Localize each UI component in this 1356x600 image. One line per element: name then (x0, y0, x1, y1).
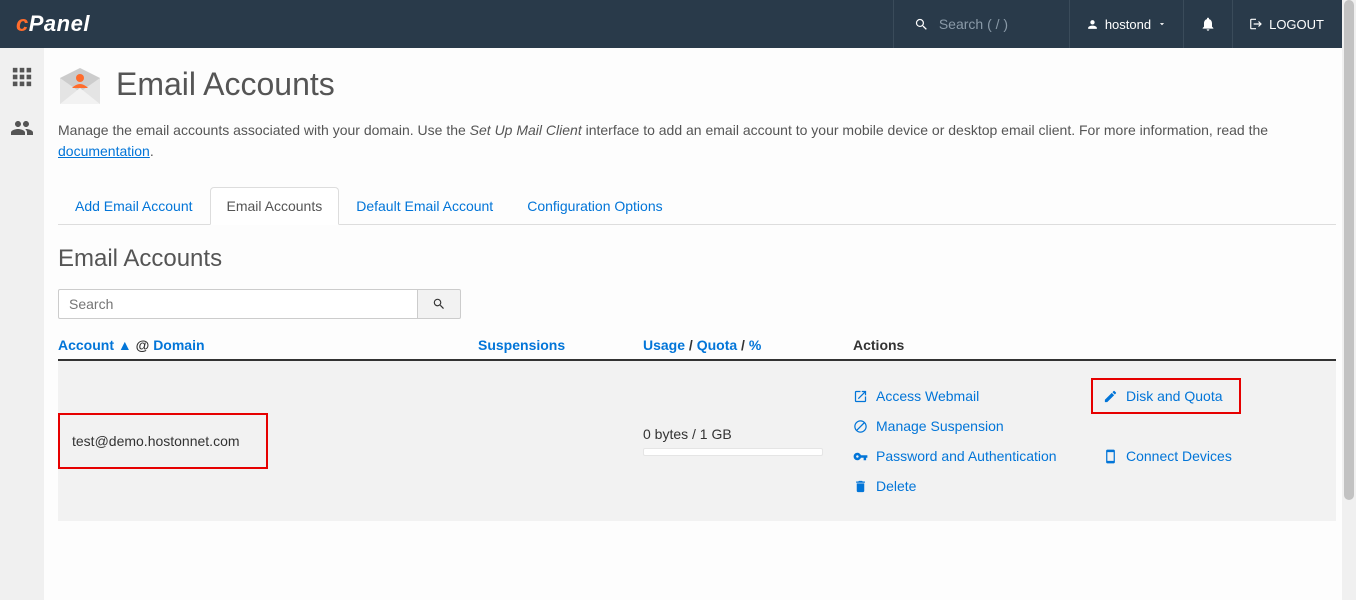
desc-italic: Set Up Mail Client (470, 122, 582, 138)
email-value: test@demo.hostonnet.com (58, 413, 268, 469)
desc-mid: interface to add an email account to you… (582, 122, 1268, 138)
notifications-button[interactable] (1183, 0, 1232, 48)
cpanel-logo[interactable]: cPanel (16, 11, 90, 37)
sort-account[interactable]: Account (58, 337, 114, 353)
scrollbar-thumb[interactable] (1344, 0, 1354, 500)
sort-domain[interactable]: Domain (153, 337, 204, 353)
delete-label: Delete (876, 478, 916, 494)
webmail-label: Access Webmail (876, 388, 979, 404)
sort-percent[interactable]: % (749, 337, 761, 353)
sort-suspensions[interactable]: Suspensions (478, 337, 565, 353)
topbar-search-input[interactable] (929, 16, 1049, 32)
apps-icon[interactable] (11, 66, 33, 94)
disk-label: Disk and Quota (1126, 388, 1223, 404)
sort-usage[interactable]: Usage (643, 337, 685, 353)
external-link-icon (853, 389, 868, 404)
connect-label: Connect Devices (1126, 448, 1232, 464)
logout-button[interactable]: LOGOUT (1232, 0, 1340, 48)
sidebar (0, 48, 44, 600)
table-row: test@demo.hostonnet.com 0 bytes / 1 GB A… (58, 361, 1336, 521)
delete-button[interactable]: Delete (853, 478, 1103, 494)
tab-config-options[interactable]: Configuration Options (510, 187, 679, 225)
topbar: cPanel hostond LOGOUT (0, 0, 1356, 48)
slash2: / (737, 337, 749, 353)
table-header: Account ▲ @ Domain Suspensions Usage / Q… (58, 337, 1336, 361)
mobile-icon (1103, 449, 1118, 464)
cell-usage: 0 bytes / 1 GB (643, 426, 853, 456)
slash1: / (685, 337, 697, 353)
user-name: hostond (1105, 17, 1151, 32)
pencil-icon (1103, 389, 1118, 404)
col-actions: Actions (853, 337, 1336, 353)
chevron-down-icon (1157, 19, 1167, 29)
col-account: Account ▲ @ Domain (58, 337, 478, 353)
search-row (58, 289, 1336, 319)
tab-default-email[interactable]: Default Email Account (339, 187, 510, 225)
col-suspensions: Suspensions (478, 337, 643, 353)
user-icon (1086, 18, 1099, 31)
suspension-label: Manage Suspension (876, 418, 1004, 434)
access-webmail-button[interactable]: Access Webmail (853, 388, 1103, 404)
logout-icon (1249, 17, 1263, 31)
documentation-link[interactable]: documentation (58, 143, 150, 159)
email-accounts-icon (58, 66, 102, 106)
logout-label: LOGOUT (1269, 17, 1324, 32)
search-icon (432, 297, 446, 311)
sort-indicator: ▲ (118, 337, 132, 353)
user-menu[interactable]: hostond (1069, 0, 1183, 48)
disk-quota-button[interactable]: Disk and Quota (1091, 378, 1241, 414)
logo-c: c (16, 11, 29, 36)
desc-end: . (150, 143, 154, 159)
password-auth-button[interactable]: Password and Authentication (853, 448, 1103, 464)
bell-icon (1200, 16, 1216, 32)
search-icon (914, 17, 929, 32)
cell-actions: Access Webmail Disk and Quota Manage Sus… (853, 388, 1336, 494)
usage-text: 0 bytes / 1 GB (643, 426, 732, 442)
sort-quota[interactable]: Quota (697, 337, 737, 353)
at-sign: @ (136, 337, 150, 353)
password-label: Password and Authentication (876, 448, 1057, 464)
tab-email-accounts[interactable]: Email Accounts (210, 187, 340, 225)
scrollbar-track (1342, 0, 1356, 600)
logo-text: Panel (29, 11, 90, 36)
key-icon (853, 449, 868, 464)
desc-pre: Manage the email accounts associated wit… (58, 122, 470, 138)
ban-icon (853, 419, 868, 434)
tab-add-email[interactable]: Add Email Account (58, 187, 210, 225)
users-icon[interactable] (10, 116, 34, 146)
topbar-search[interactable] (893, 0, 1069, 48)
email-search-button[interactable] (418, 289, 461, 319)
page-title: Email Accounts (116, 66, 335, 103)
col-usage: Usage / Quota / % (643, 337, 853, 353)
cell-account: test@demo.hostonnet.com (58, 413, 478, 469)
manage-suspension-button[interactable]: Manage Suspension (853, 418, 1103, 434)
usage-bar (643, 448, 823, 456)
section-title: Email Accounts (58, 245, 1336, 273)
page-description: Manage the email accounts associated wit… (58, 120, 1336, 162)
connect-devices-button[interactable]: Connect Devices (1103, 448, 1263, 464)
tabs: Add Email Account Email Accounts Default… (58, 186, 1336, 225)
email-search-input[interactable] (58, 289, 418, 319)
page-header: Email Accounts (58, 62, 1336, 106)
trash-icon (853, 479, 868, 494)
content-area: Email Accounts Manage the email accounts… (44, 48, 1356, 600)
